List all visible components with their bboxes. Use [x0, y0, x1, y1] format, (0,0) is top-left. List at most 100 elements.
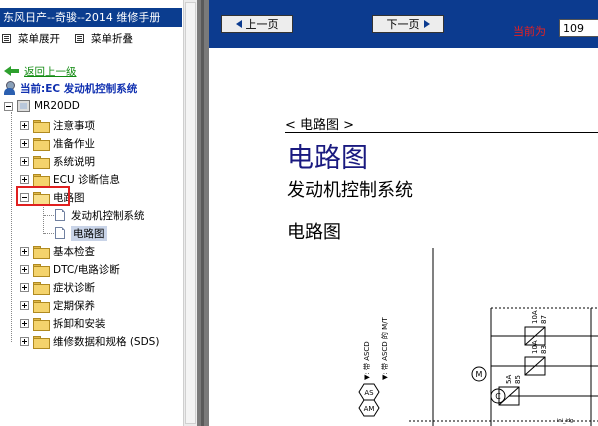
expand-toggle-icon[interactable] — [20, 264, 29, 274]
left-panel: 东风日产--奇骏--2014 维修手册 菜单展开 菜单折叠 返回上一级 当前:E… — [0, 0, 185, 426]
folder-icon — [33, 335, 50, 349]
expand-toggle-icon[interactable] — [20, 138, 29, 148]
tree-item-label: 基本检查 — [53, 245, 95, 258]
tree-subitem-wiring-diagram[interactable]: 电路图 — [55, 225, 107, 241]
page-label: 当前为 — [513, 25, 546, 38]
document-icon — [55, 227, 65, 239]
collapse-all-label: 菜单折叠 — [91, 32, 133, 45]
tree-item-label: ECU 诊断信息 — [53, 173, 120, 186]
tree-item-service-data[interactable]: 维修数据和规格 (SDS) — [20, 333, 159, 349]
expand-toggle-icon[interactable] — [20, 246, 29, 256]
folder-icon — [33, 137, 50, 151]
arrow-left-icon — [235, 20, 242, 28]
expand-toggle-icon[interactable] — [20, 282, 29, 292]
label-m: M — [476, 370, 483, 379]
fuse-amp-label: 10A — [531, 340, 539, 354]
tree-subitem-label: 电路图 — [71, 225, 107, 241]
tree-item-ecu-diagnosis[interactable]: ECU 诊断信息 — [20, 171, 120, 187]
arrow-right-icon — [423, 20, 430, 28]
expand-toggle-icon[interactable] — [20, 318, 29, 328]
tree-item-label: DTC/电路诊断 — [53, 263, 120, 276]
page-number-input[interactable] — [559, 19, 598, 37]
fuse-number-label: 87 — [540, 315, 548, 324]
expand-toggle-icon[interactable] — [20, 174, 29, 184]
fuse-amp-label: 5A — [505, 375, 513, 384]
tree-guide-line — [43, 204, 44, 234]
folder-icon — [33, 119, 50, 133]
tree-item-system-description[interactable]: 系统说明 — [20, 153, 95, 169]
content-panel: 上一页 下一页 当前为 < 电路图 > 电路图 发动机控制系统 电路图 — [209, 0, 598, 426]
tree-item-symptom-diagnosis[interactable]: 症状诊断 — [20, 279, 95, 295]
left-scrollbar[interactable] — [183, 0, 197, 426]
folder-icon — [33, 317, 50, 331]
tree-item-label: 症状诊断 — [53, 281, 95, 294]
tree-item-dtc-diagnosis[interactable]: DTC/电路诊断 — [20, 261, 120, 277]
navigation-bar: 上一页 下一页 当前为 — [209, 0, 598, 48]
label-as: AS — [364, 389, 374, 397]
fuse-number-label: 83 — [540, 345, 548, 354]
diagram-title: 电路图 — [287, 222, 341, 243]
tree-item-basic-inspection[interactable]: 基本检查 — [20, 243, 95, 259]
collapse-toggle-icon[interactable] — [4, 101, 13, 111]
prev-page-button[interactable]: 上一页 — [221, 15, 293, 33]
tree-item-label: 拆卸和安装 — [53, 317, 106, 330]
expand-all-label: 菜单展开 — [18, 32, 60, 45]
back-row[interactable]: 返回上一级 — [4, 64, 77, 78]
expand-toggle-icon[interactable] — [20, 300, 29, 310]
tree-item-periodic-maintenance[interactable]: 定期保养 — [20, 297, 95, 313]
next-page-button[interactable]: 下一页 — [372, 15, 444, 33]
fuse-amp-label: 10A — [531, 310, 539, 324]
back-link[interactable]: 返回上一级 — [24, 64, 77, 79]
folder-icon — [33, 155, 50, 169]
tree-item-label: 维修数据和规格 (SDS) — [53, 335, 160, 348]
header-rule — [285, 132, 598, 133]
folder-icon — [33, 173, 50, 187]
tree-item-label: 定期保养 — [53, 299, 95, 312]
current-label: 当前:EC 发动机控制系统 — [20, 82, 138, 95]
label-c: C — [495, 392, 501, 401]
tree-root[interactable]: MR20DD — [4, 98, 80, 114]
section-title: 电路图 — [287, 143, 368, 174]
tree-guide-line — [11, 112, 12, 342]
label-ascd: ▼: 带 ASCD — [363, 341, 371, 380]
menu-list-icon — [2, 33, 11, 43]
back-arrow-icon — [4, 66, 20, 76]
next-page-label: 下一页 — [386, 18, 420, 31]
folder-icon — [33, 263, 50, 277]
tree-root-label: MR20DD — [34, 100, 80, 112]
manual-title: 东风日产--奇骏--2014 维修手册 — [0, 8, 182, 27]
document-area: < 电路图 > 电路图 发动机控制系统 电路图 M C AS AM ▼: 带 A… — [209, 48, 598, 426]
expand-toggle-icon[interactable] — [20, 156, 29, 166]
document-icon — [55, 209, 65, 221]
section-tag: < 电路图 > — [285, 118, 355, 133]
prev-page-label: 上一页 — [245, 18, 279, 31]
tree-item-label: 系统说明 — [53, 155, 95, 168]
tree-item-precautions[interactable]: 注意事项 — [20, 117, 95, 133]
current-location: 当前:EC 发动机控制系统 — [4, 80, 137, 96]
tree-item-preparation[interactable]: 准备作业 — [20, 135, 95, 151]
expand-toggle-icon[interactable] — [20, 120, 29, 130]
tree-guide-line — [44, 233, 54, 234]
label-ascd-mt: ▼: 带 ASCD 的 M/T — [380, 316, 389, 380]
scrollbar-thumb[interactable] — [185, 2, 196, 424]
collapse-all-button[interactable]: 菜单折叠 — [75, 31, 133, 45]
tree-subitem-label: 发动机控制系统 — [71, 209, 145, 222]
menu-list-icon — [75, 33, 84, 43]
user-icon — [4, 81, 15, 95]
car-model-icon — [17, 100, 30, 112]
frame-splitter[interactable] — [197, 0, 209, 426]
tree-item-label: 注意事项 — [53, 119, 95, 132]
tree-subitem-engine-control[interactable]: 发动机控制系统 — [55, 207, 145, 223]
wiring-diagram: M C AS AM ▼: 带 ASCD ▼: 带 ASCD 的 M/T 10A … — [358, 248, 598, 426]
tree-guide-line — [44, 215, 54, 216]
diagram-corner-label: ini_idg — [557, 418, 573, 424]
highlight-box — [16, 186, 70, 206]
fuse-number-label: 85 — [514, 375, 522, 384]
tree-item-removal-installation[interactable]: 拆卸和安装 — [20, 315, 106, 331]
expand-toggle-icon[interactable] — [20, 336, 29, 346]
tree-item-label: 准备作业 — [53, 137, 95, 150]
system-title: 发动机控制系统 — [287, 180, 413, 201]
folder-icon — [33, 281, 50, 295]
expand-all-button[interactable]: 菜单展开 — [2, 31, 78, 45]
folder-icon — [33, 299, 50, 313]
